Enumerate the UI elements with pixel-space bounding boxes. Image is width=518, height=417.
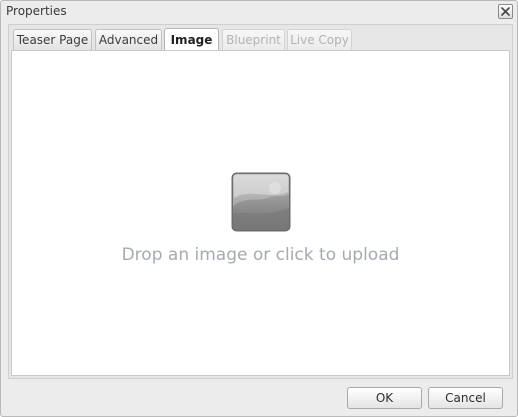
image-placeholder-icon bbox=[231, 172, 291, 232]
tab-teaser-page[interactable]: Teaser Page bbox=[13, 29, 92, 50]
dialog-titlebar[interactable]: Properties bbox=[1, 1, 517, 23]
properties-dialog: Properties Teaser Page Advanced Image Bl… bbox=[0, 0, 518, 417]
ok-button[interactable]: OK bbox=[347, 387, 422, 409]
upload-prompt: Drop an image or click to upload bbox=[121, 245, 400, 265]
tab-live-copy: Live Copy bbox=[287, 29, 352, 50]
image-drop-zone[interactable]: Drop an image or click to upload bbox=[11, 50, 510, 376]
dialog-title: Properties bbox=[6, 4, 67, 18]
tab-panel: Teaser Page Advanced Image Blueprint Liv… bbox=[8, 24, 513, 379]
close-button[interactable] bbox=[498, 4, 513, 19]
cancel-button[interactable]: Cancel bbox=[428, 387, 503, 409]
tab-blueprint: Blueprint bbox=[222, 29, 285, 50]
tab-advanced[interactable]: Advanced bbox=[95, 29, 162, 50]
tab-image[interactable]: Image bbox=[164, 28, 219, 51]
